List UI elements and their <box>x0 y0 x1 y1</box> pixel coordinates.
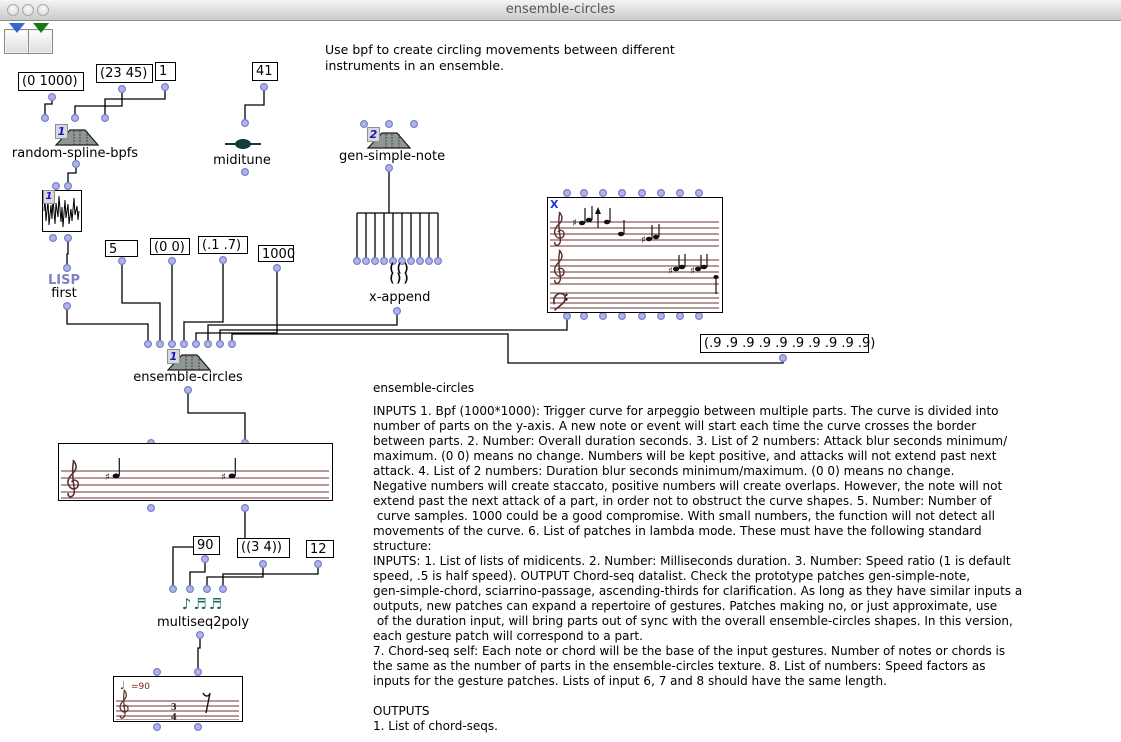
connection-ports[interactable] <box>42 84 787 731</box>
value-box-1000[interactable]: 1000 <box>258 245 294 262</box>
treble-clef-icon <box>120 690 128 718</box>
tempo-value: =90 <box>131 682 150 692</box>
label-random-spline-bpfs: random-spline-bpfs <box>10 146 140 161</box>
gen-simple-note-badge: 2 <box>367 127 380 142</box>
value-box-range[interactable]: (0 1000) <box>18 72 84 91</box>
value-box-90[interactable]: 90 <box>193 536 220 555</box>
value-box-meter[interactable]: ((3 4)) <box>237 538 290 558</box>
green-down-arrow-icon <box>33 33 49 52</box>
label-miditune: miditune <box>212 153 272 168</box>
value-box-00[interactable]: (0 0) <box>150 238 190 255</box>
value-box-one[interactable]: 1 <box>155 62 176 81</box>
ensemble-circles-badge: 1 <box>167 349 180 364</box>
blue-down-arrow-icon <box>9 33 25 52</box>
load-patch-button[interactable] <box>4 29 29 54</box>
window-titlebar: ensemble-circles <box>0 0 1121 21</box>
multiseq2poly-icon[interactable]: ♪♬♬ <box>175 595 231 613</box>
value-box-pair[interactable]: (23 45) <box>96 64 153 83</box>
staff-lines <box>61 471 329 498</box>
eighth-rest-icon <box>203 693 210 713</box>
value-box-5[interactable]: 5 <box>105 240 138 257</box>
value-box-speeds[interactable]: (.9 .9 .9 .9 .9 .9 .9 .9 .9 .9) <box>700 334 869 353</box>
svg-text:♯: ♯ <box>641 235 646 246</box>
label-ensemble-circles: ensemble-circles <box>133 370 243 385</box>
value-box-durblur[interactable]: (.1 .7) <box>198 236 248 254</box>
close-icon[interactable]: X <box>550 200 558 210</box>
chord-seq-box[interactable]: X ♯ ♯ <box>547 197 723 313</box>
label-gen-simple-note: gen-simple-note <box>339 149 439 164</box>
label-multiseq2poly: multiseq2poly <box>157 615 247 630</box>
time-signature-bottom: 4 <box>171 711 177 720</box>
tempo-note-icon: ♩ <box>120 679 125 692</box>
svg-text:♯: ♯ <box>221 472 226 483</box>
svg-text:♯: ♯ <box>572 218 577 229</box>
notes: ♯ ♯ ♯ ♯ <box>572 206 719 294</box>
middle-staff-notation: ♯ ♯ <box>59 444 331 499</box>
miditune-icon[interactable] <box>224 136 262 152</box>
staff-box-middle[interactable]: ♯ ♯ <box>58 443 333 501</box>
value-box-12[interactable]: 12 <box>306 540 334 558</box>
bpf-badge: 1 <box>43 190 55 204</box>
random-spline-bpfs-badge: 1 <box>55 124 68 139</box>
staff-box-bottom[interactable]: ♩ =90 3 4 <box>113 676 243 722</box>
staff-lines <box>116 701 239 720</box>
window-title: ensemble-circles <box>0 2 1121 17</box>
chord-seq-notation: ♯ ♯ ♯ ♯ <box>548 198 721 311</box>
value-box-41[interactable]: 41 <box>252 62 278 81</box>
save-patch-button[interactable] <box>28 29 53 54</box>
svg-text:♯: ♯ <box>690 266 695 277</box>
label-x-append: x-append <box>369 290 429 305</box>
svg-text:♯: ♯ <box>668 266 673 277</box>
svg-text:♯: ♯ <box>105 472 110 483</box>
x-append-icon[interactable]: (()()) <box>384 263 414 283</box>
label-lisp-first: first <box>39 286 89 301</box>
